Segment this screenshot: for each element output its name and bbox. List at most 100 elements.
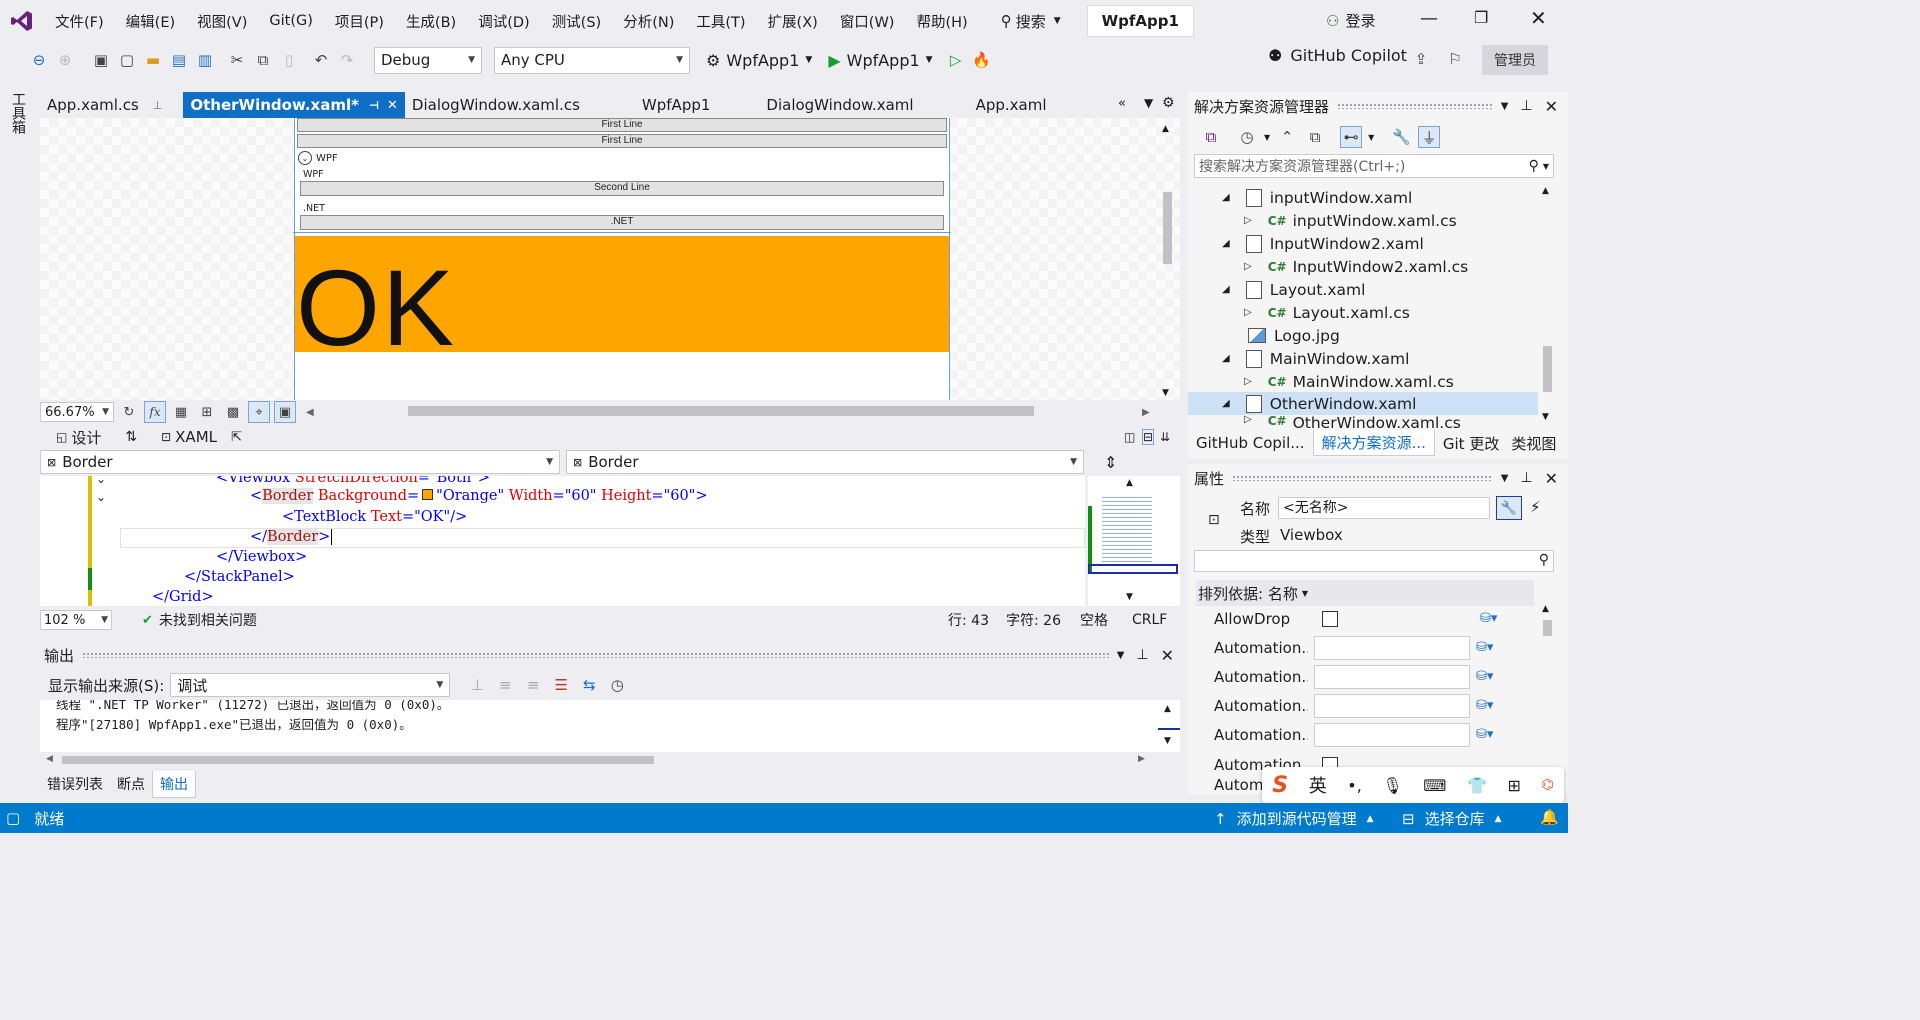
paste-icon[interactable]: ▯	[278, 49, 300, 71]
swap-panes-icon[interactable]: ⇅	[125, 429, 137, 445]
property-value-input[interactable]	[1314, 693, 1470, 718]
word-wrap-icon[interactable]: ⇆	[578, 674, 600, 696]
properties-search[interactable]: ⚲	[1194, 550, 1554, 572]
output-vertical-scrollbar[interactable]: ▲ ▼	[1158, 700, 1180, 752]
close-button[interactable]: ✕	[1530, 6, 1547, 30]
pin-icon[interactable]: ⊥	[1136, 647, 1148, 663]
tree-item[interactable]: ▷ C# OtherWindow.xaml.cs	[1244, 414, 1461, 428]
scroll-right-icon[interactable]: ▶	[1142, 407, 1150, 418]
property-row[interactable]: Automation... ⛁▾	[1188, 720, 1548, 749]
tab-class-view[interactable]: 类视图	[1507, 433, 1560, 454]
close-icon[interactable]: ✕	[1545, 469, 1558, 488]
menu-build[interactable]: 生成(B)	[395, 0, 467, 42]
back-icon[interactable]: ⊖	[28, 49, 50, 71]
settings-icon[interactable]: ⚙	[1162, 95, 1175, 111]
start-without-debug-icon[interactable]: ▷	[945, 49, 967, 71]
tab-github-copilot[interactable]: GitHub Copil...	[1188, 434, 1313, 452]
name-input[interactable]: <无名称>	[1278, 497, 1490, 519]
design-view-tab[interactable]: ◱ 设计	[56, 427, 101, 448]
menu-project[interactable]: 项目(P)	[324, 0, 395, 42]
collapse-all-icon[interactable]: ⌃	[1276, 126, 1298, 148]
checkbox[interactable]	[1322, 610, 1338, 627]
undo-icon[interactable]: ↶	[310, 49, 332, 71]
scroll-left-icon[interactable]: ◀	[306, 407, 314, 418]
save-icon[interactable]: ▤	[168, 49, 190, 71]
punctuation-icon[interactable]: •,	[1347, 776, 1362, 795]
ime-logo-icon[interactable]: S	[1272, 773, 1288, 798]
pin-icon[interactable]: ⊣	[369, 99, 379, 112]
save-all-icon[interactable]: ▥	[194, 49, 216, 71]
tab-breakpoints[interactable]: 断点	[110, 770, 152, 798]
xaml-code-editor[interactable]: ⌄ ⌄ <Viewbox StretchDirection="Both"> <B…	[40, 476, 1085, 606]
find-message-icon[interactable]: ⊥	[466, 674, 488, 696]
select-repository-button[interactable]: ⊟ 选择仓库 ▲	[1402, 808, 1502, 829]
spaces-indicator[interactable]: 空格	[1080, 610, 1108, 630]
tree-item[interactable]: ◢ InputWindow2.xaml	[1222, 232, 1424, 255]
notifications-icon[interactable]: ▢	[6, 809, 20, 827]
refresh-icon[interactable]: ↻	[118, 401, 140, 423]
properties-scrollbar[interactable]: ▲	[1540, 604, 1554, 794]
solution-search-box[interactable]: 搜索解决方案资源管理器(Ctrl+;) ⚲ ▼	[1194, 154, 1554, 178]
chevron-down-icon[interactable]: ▼	[1501, 101, 1509, 112]
property-row[interactable]: AllowDrop ⛁▾	[1188, 604, 1548, 633]
first-line-button-2[interactable]: First Line	[297, 134, 947, 148]
pin-icon[interactable]: ⊥	[1520, 98, 1532, 114]
output-source-select[interactable]: 调试 ▼	[170, 673, 451, 697]
open-folder-icon[interactable]: ▬	[142, 49, 164, 71]
split-editor-icon[interactable]: ⇕	[1104, 453, 1117, 472]
horizontal-split-icon[interactable]: ⊟	[1142, 429, 1155, 445]
output-text-area[interactable]: 线程 ".NET TP Worker" (11272) 已退出，返回值为 0 (…	[40, 700, 1158, 752]
history-icon[interactable]: ◷	[1236, 126, 1258, 148]
platform-select[interactable]: Any CPU ▼	[494, 46, 690, 74]
previous-message-icon[interactable]: ≡	[494, 674, 516, 696]
snap-grid-icon[interactable]: ⊞	[196, 401, 218, 423]
toolbox-rail[interactable]: 工具箱	[0, 86, 34, 802]
zoom-select[interactable]: 66.67% ▼	[40, 402, 114, 422]
db-icon[interactable]: ⛁▾	[1476, 698, 1493, 713]
menu-file[interactable]: 文件(F)	[44, 0, 115, 42]
add-to-source-control-button[interactable]: ↑ 添加到源代码管理 ▲	[1214, 808, 1374, 829]
designer-vertical-scrollbar[interactable]: ▲ ▼	[1160, 124, 1174, 398]
grid-icon[interactable]: ▦	[170, 401, 192, 423]
hot-reload-icon[interactable]: 🔥	[971, 49, 993, 71]
property-row[interactable]: Automation... ⛁▾	[1188, 662, 1548, 691]
events-lightning-icon[interactable]: ⚡	[1530, 498, 1541, 516]
expander-header[interactable]: ⌄ WPF	[298, 151, 338, 165]
clear-all-icon[interactable]: ☰	[550, 674, 572, 696]
minimize-button[interactable]: —	[1420, 8, 1438, 29]
configuration-select[interactable]: Debug ▼	[374, 46, 482, 74]
search-box[interactable]: ⚲ 搜索 ▼	[993, 6, 1069, 36]
fold-icon[interactable]: ⌄	[96, 476, 106, 486]
tree-item[interactable]: ▷ C# MainWindow.xaml.cs	[1244, 370, 1454, 393]
collapse-pane-icon[interactable]: ⇊	[1160, 430, 1170, 444]
expand-arrow-icon[interactable]: ◢	[1222, 353, 1230, 364]
restore-button[interactable]: ❐	[1474, 8, 1488, 27]
solution-scrollbar[interactable]: ▲ ▼	[1540, 186, 1554, 426]
microphone-icon[interactable]: 🎙	[1382, 776, 1402, 795]
device-icon[interactable]: ▣	[274, 401, 296, 423]
keyboard-icon[interactable]: ⌨	[1423, 776, 1446, 795]
sort-by-button[interactable]: 排列依据: 名称 ▼	[1196, 580, 1534, 606]
close-icon[interactable]: ✕	[1545, 97, 1558, 116]
menu-help[interactable]: 帮助(H)	[905, 0, 978, 42]
xaml-view-tab[interactable]: ⊡ XAML	[161, 428, 217, 446]
chevron-down-icon[interactable]: ▼	[1501, 473, 1509, 484]
vertical-split-icon[interactable]: ◫	[1124, 430, 1135, 444]
tab-dialogwindow-xaml-cs[interactable]: DialogWindow.xaml.cs	[405, 92, 587, 118]
properties-wrench-icon[interactable]: 🔧	[1390, 126, 1412, 148]
pin-icon[interactable]: ⊥	[1520, 470, 1532, 486]
sync-view-icon[interactable]: ⊷	[1340, 126, 1363, 148]
popout-icon[interactable]: ⇱	[231, 430, 242, 445]
collapsed-arrow-icon[interactable]: ▷	[1244, 376, 1252, 387]
menu-window[interactable]: 窗口(W)	[829, 0, 906, 42]
wrench-icon[interactable]: 🔧	[1496, 496, 1522, 520]
property-value-input[interactable]	[1314, 722, 1470, 747]
menu-edit[interactable]: 编辑(E)	[115, 0, 186, 42]
ime-language-toggle[interactable]: 英	[1309, 772, 1327, 798]
tab-dialogwindow-xaml[interactable]: DialogWindow.xaml	[759, 92, 920, 118]
chevron-down-icon[interactable]: ▼	[1264, 133, 1270, 142]
tree-item[interactable]: ◢ Layout.xaml	[1222, 278, 1365, 301]
collapsed-arrow-icon[interactable]: ▷	[1244, 307, 1252, 318]
startup-project-select[interactable]: ⚙ WpfApp1 ▼	[706, 51, 812, 70]
designer-horizontal-scroll-thumb[interactable]	[408, 406, 1034, 416]
